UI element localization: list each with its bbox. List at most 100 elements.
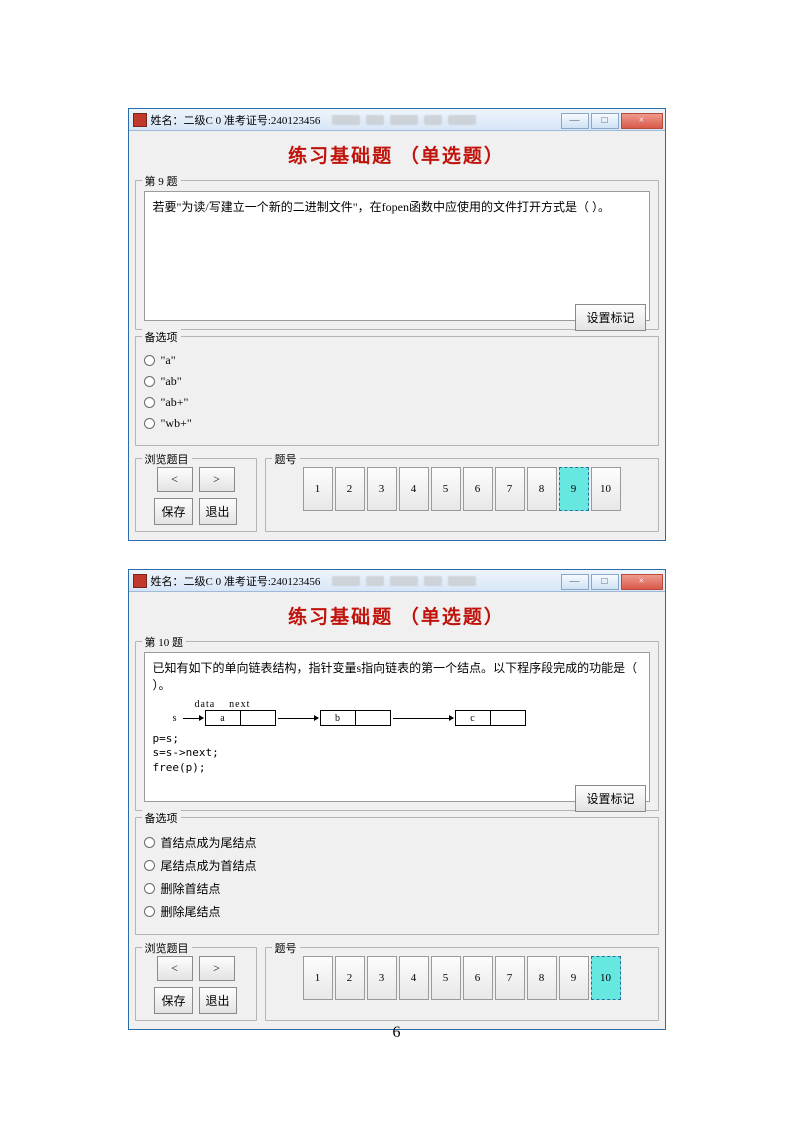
exit-button[interactable]: 退出 [199, 987, 237, 1014]
radio-icon[interactable] [144, 376, 155, 387]
option-row[interactable]: 删除首结点 [144, 880, 650, 897]
bottom-row: 浏览题目 < > 保存 退出 题号 12345678910 [135, 941, 659, 1021]
arrow-icon [393, 718, 453, 719]
answers-group: 备选项 首结点成为尾结点 尾结点成为首结点 删除首结点 删除尾结点 [135, 817, 659, 935]
blur-segment [390, 576, 418, 586]
question-text-box: 若要"为读/写建立一个新的二进制文件"，在fopen函数中应使用的文件打开方式是… [144, 191, 650, 321]
question-number-button[interactable]: 8 [527, 467, 557, 511]
question-number-button[interactable]: 6 [463, 956, 493, 1000]
question-number-button[interactable]: 10 [591, 956, 621, 1000]
question-number-button[interactable]: 2 [335, 467, 365, 511]
option-label: 删除首结点 [161, 880, 221, 897]
list-node: c [455, 710, 526, 726]
col-label-next: next [229, 699, 250, 710]
qnums-row: 12345678910 [272, 467, 652, 511]
title-blur-group [332, 115, 476, 125]
question-number-group: 题号 12345678910 [265, 458, 659, 532]
page-title: 练习基础题 （单选题） [135, 135, 659, 174]
title-blur-group [332, 576, 476, 586]
question-legend: 第 9 题 [142, 173, 181, 189]
pointer-variable: s [163, 713, 177, 724]
app-window-1: 姓名：二级C 0 准考证号:240123456 — □ × 练习基础题 （单选题… [128, 108, 666, 541]
code-line: free(p); [153, 761, 641, 775]
window-control-group: — □ × [561, 111, 665, 129]
mark-button[interactable]: 设置标记 [575, 785, 645, 812]
app-icon [133, 574, 147, 588]
mark-button[interactable]: 设置标记 [575, 304, 645, 331]
option-row[interactable]: 首结点成为尾结点 [144, 834, 650, 851]
close-button[interactable]: × [621, 113, 663, 129]
option-label: 首结点成为尾结点 [161, 834, 257, 851]
save-button[interactable]: 保存 [154, 498, 192, 525]
question-number-button[interactable]: 4 [399, 956, 429, 1000]
titlebar: 姓名：二级C 0 准考证号:240123456 — □ × [129, 570, 665, 592]
node-data: c [456, 711, 491, 725]
exit-button[interactable]: 退出 [199, 498, 237, 525]
radio-icon[interactable] [144, 397, 155, 408]
radio-icon[interactable] [144, 418, 155, 429]
radio-icon[interactable] [144, 883, 155, 894]
code-line: s=s->next; [153, 746, 641, 760]
node-data: a [206, 711, 241, 725]
nav-legend: 浏览题目 [142, 940, 192, 956]
question-number-button[interactable]: 9 [559, 956, 589, 1000]
prev-button[interactable]: < [157, 956, 193, 981]
radio-icon[interactable] [144, 837, 155, 848]
question-number-button[interactable]: 9 [559, 467, 589, 511]
question-number-button[interactable]: 10 [591, 467, 621, 511]
code-block: p=s; s=s->next; free(p); [153, 732, 641, 775]
option-row[interactable]: "ab+" [144, 395, 650, 410]
linked-list-diagram: data next s a b [163, 699, 641, 726]
question-number-button[interactable]: 5 [431, 467, 461, 511]
question-number-button[interactable]: 3 [367, 467, 397, 511]
question-number-button[interactable]: 1 [303, 467, 333, 511]
option-row[interactable]: "wb+" [144, 416, 650, 431]
title-left: 姓名：二级C 0 准考证号:240123456 [133, 112, 477, 128]
question-text-box: 已知有如下的单向链表结构，指针变量s指向链表的第一个结点。以下程序段完成的功能是… [144, 652, 650, 802]
mark-button-wrap: 设置标记 [575, 304, 645, 331]
close-button[interactable]: × [621, 574, 663, 590]
blur-segment [366, 115, 384, 125]
question-number-button[interactable]: 4 [399, 467, 429, 511]
diagram-row: s a b [163, 710, 641, 726]
list-node: a [205, 710, 276, 726]
minimize-button[interactable]: — [561, 574, 589, 590]
question-number-button[interactable]: 2 [335, 956, 365, 1000]
save-button[interactable]: 保存 [154, 987, 192, 1014]
option-label: "wb+" [161, 416, 192, 431]
question-number-button[interactable]: 1 [303, 956, 333, 1000]
option-row[interactable]: "a" [144, 353, 650, 368]
option-label: "ab+" [161, 395, 189, 410]
option-row[interactable]: 尾结点成为首结点 [144, 857, 650, 874]
question-number-button[interactable]: 5 [431, 956, 461, 1000]
page-number: 6 [0, 1024, 793, 1042]
next-button[interactable]: > [199, 467, 235, 492]
title-left: 姓名：二级C 0 准考证号:240123456 [133, 573, 477, 589]
question-number-button[interactable]: 7 [495, 467, 525, 511]
option-row[interactable]: 删除尾结点 [144, 903, 650, 920]
maximize-button[interactable]: □ [591, 574, 619, 590]
question-number-button[interactable]: 3 [367, 956, 397, 1000]
question-number-button[interactable]: 6 [463, 467, 493, 511]
arrow-icon [278, 718, 318, 719]
blur-segment [390, 115, 418, 125]
client-area: 练习基础题 （单选题） 第 9 题 若要"为读/写建立一个新的二进制文件"，在f… [129, 131, 665, 540]
blur-segment [424, 576, 442, 586]
prev-button[interactable]: < [157, 467, 193, 492]
nav-group: 浏览题目 < > 保存 退出 [135, 947, 257, 1021]
minimize-button[interactable]: — [561, 113, 589, 129]
question-number-button[interactable]: 7 [495, 956, 525, 1000]
radio-icon[interactable] [144, 355, 155, 366]
radio-icon[interactable] [144, 860, 155, 871]
next-button[interactable]: > [199, 956, 235, 981]
maximize-button[interactable]: □ [591, 113, 619, 129]
question-legend: 第 10 题 [142, 634, 187, 650]
app-icon [133, 113, 147, 127]
qnums-legend: 题号 [272, 451, 300, 467]
radio-icon[interactable] [144, 906, 155, 917]
window-title: 姓名：二级C 0 准考证号:240123456 [151, 573, 321, 589]
option-label: 删除尾结点 [161, 903, 221, 920]
question-number-button[interactable]: 8 [527, 956, 557, 1000]
option-row[interactable]: "ab" [144, 374, 650, 389]
list-node: b [320, 710, 391, 726]
